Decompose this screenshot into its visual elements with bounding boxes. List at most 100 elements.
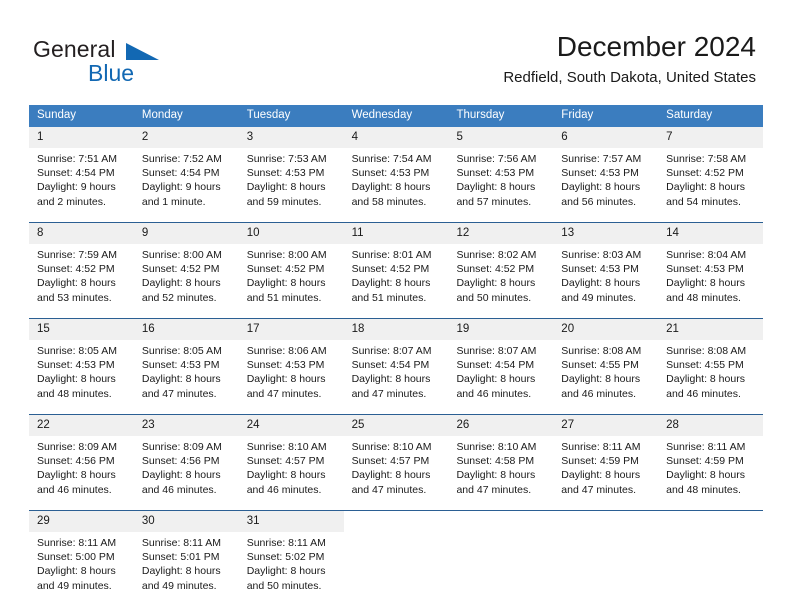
day-sun-info: Sunrise: 8:05 AM Sunset: 4:53 PM Daylight:… [134,340,239,402]
sunrise-text: Sunrise: 8:07 AM [351,345,432,357]
day-sun-info: Sunrise: 8:06 AM Sunset: 4:53 PM Daylight:… [239,340,344,402]
daylight-text-line1: Daylight: 8 hours [351,373,431,386]
day-number: 26 [448,415,554,436]
calendar-day-cell[interactable]: 7 Sunrise: 7:58 AM Sunset: 4:52 PM Daylight… [658,127,764,210]
sunset-text: Sunset: 4:54 PM [351,359,430,372]
daylight-text-line2: and 56 minutes. [561,195,637,208]
brand-name-blue: Blue [88,60,135,86]
day-number: 23 [133,415,239,436]
calendar-day-cell[interactable]: 4 Sunrise: 7:54 AM Sunset: 4:53 PM Daylight… [343,127,449,210]
brand-logo[interactable]: General Blue [33,36,263,92]
day-number: 11 [343,223,449,244]
sunset-text: Sunset: 4:55 PM [666,359,744,372]
calendar-day-cell[interactable]: 9 Sunrise: 8:00 AM Sunset: 4:52 PM Daylight… [133,223,239,306]
day-sun-info: Sunrise: 7:58 AM Sunset: 4:52 PM Daylight:… [658,148,763,210]
page-title: December 2024 [556,31,756,62]
weekday-header-row: Sunday Monday Tuesday Wednesday Thursday Frid… [29,105,763,127]
sunrise-text: Sunrise: 8:05 AM [141,345,222,357]
calendar-week-row: 1 Sunrise: 7:51 AM Sunset: 4:54 PM Daylight… [29,127,764,210]
calendar-day-cell[interactable]: 24 Sunrise: 8:10 AM Sunset: 4:57 PM Dayligh… [238,415,344,498]
calendar-day-cell[interactable]: 5 Sunrise: 7:56 AM Sunset: 4:53 PM Daylight… [448,127,554,210]
sunset-text: Sunset: 4:53 PM [37,359,115,372]
day-sun-info: Sunrise: 7:57 AM Sunset: 4:53 PM Daylight:… [553,148,658,210]
calendar-day-cell[interactable]: 12 Sunrise: 8:02 AM Sunset: 4:52 PM Dayligh… [448,223,554,306]
calendar-day-cell[interactable]: 20 Sunrise: 8:08 AM Sunset: 4:55 PM Dayligh… [553,319,659,402]
sunrise-text: Sunrise: 8:04 AM [666,249,747,261]
daylight-text-line1: Daylight: 8 hours [561,469,641,482]
calendar-day-cell-empty [343,511,449,594]
daylight-text-line1: Daylight: 8 hours [561,181,641,194]
calendar-day-cell[interactable]: 28 Sunrise: 8:11 AM Sunset: 4:59 PM Dayligh… [658,415,764,498]
daylight-text-line2: and 46 minutes. [141,483,217,496]
sunrise-text: Sunrise: 8:10 AM [456,441,537,453]
calendar-day-cell[interactable]: 21 Sunrise: 8:08 AM Sunset: 4:55 PM Dayligh… [658,319,764,402]
sunrise-text: Sunrise: 8:10 AM [246,441,327,453]
day-sun-info: Sunrise: 7:53 AM Sunset: 4:53 PM Daylight:… [239,148,344,210]
daylight-text-line1: Daylight: 8 hours [37,373,116,386]
day-sun-info: Sunrise: 8:10 AM Sunset: 4:57 PM Daylight:… [239,436,344,498]
daylight-text-line1: Daylight: 8 hours [37,469,116,482]
day-sun-info: Sunrise: 8:08 AM Sunset: 4:55 PM Daylight:… [553,340,658,402]
calendar-day-cell[interactable]: 17 Sunrise: 8:06 AM Sunset: 4:53 PM Dayligh… [238,319,344,402]
calendar-day-cell[interactable]: 31 Sunrise: 8:11 AM Sunset: 5:02 PM Dayligh… [238,511,344,594]
sunrise-text: Sunrise: 8:07 AM [456,345,537,357]
daylight-text-line2: and 54 minutes. [666,195,741,208]
daylight-text-line2: and 58 minutes. [351,195,427,208]
calendar-day-cell[interactable]: 1 Sunrise: 7:51 AM Sunset: 4:54 PM Daylight… [29,127,134,210]
calendar-day-cell[interactable]: 25 Sunrise: 8:10 AM Sunset: 4:57 PM Dayligh… [343,415,449,498]
calendar-day-cell[interactable]: 13 Sunrise: 8:03 AM Sunset: 4:53 PM Dayligh… [553,223,659,306]
sunset-text: Sunset: 4:52 PM [141,263,220,276]
daylight-text-line1: Daylight: 8 hours [351,277,431,290]
day-sun-info: Sunrise: 8:07 AM Sunset: 4:54 PM Daylight:… [344,340,449,402]
daylight-text-line1: Daylight: 8 hours [246,181,326,194]
day-sun-info: Sunrise: 8:00 AM Sunset: 4:52 PM Daylight:… [134,244,239,306]
day-number: 30 [133,511,239,532]
calendar-day-cell[interactable]: 8 Sunrise: 7:59 AM Sunset: 4:52 PM Daylight… [29,223,134,306]
daylight-text-line1: Daylight: 8 hours [456,181,536,194]
calendar-day-cell[interactable]: 11 Sunrise: 8:01 AM Sunset: 4:52 PM Dayligh… [343,223,449,306]
calendar-day-cell[interactable]: 14 Sunrise: 8:04 AM Sunset: 4:53 PM Dayligh… [658,223,764,306]
day-sun-info [658,532,763,594]
day-number: 4 [343,127,449,148]
daylight-text-line2: and 48 minutes. [666,483,741,496]
calendar-day-cell[interactable]: 29 Sunrise: 8:11 AM Sunset: 5:00 PM Dayligh… [29,511,134,594]
calendar-day-cell[interactable]: 2 Sunrise: 7:52 AM Sunset: 4:54 PM Daylight… [133,127,239,210]
sunset-text: Sunset: 4:53 PM [456,167,535,180]
calendar-day-cell[interactable]: 23 Sunrise: 8:09 AM Sunset: 4:56 PM Dayligh… [133,415,239,498]
sunrise-text: Sunrise: 8:09 AM [141,441,222,453]
sunrise-text: Sunrise: 8:06 AM [246,345,327,357]
daylight-text-line2: and 51 minutes. [351,291,427,304]
daylight-text-line1: Daylight: 8 hours [456,469,536,482]
calendar-day-cell[interactable]: 27 Sunrise: 8:11 AM Sunset: 4:59 PM Dayligh… [553,415,659,498]
calendar-day-cell[interactable]: 18 Sunrise: 8:07 AM Sunset: 4:54 PM Dayligh… [343,319,449,402]
page-subtitle: Redfield, South Dakota, United States [503,69,756,86]
daylight-text-line1: Daylight: 8 hours [351,469,431,482]
calendar-day-cell[interactable]: 30 Sunrise: 8:11 AM Sunset: 5:01 PM Dayligh… [133,511,239,594]
day-sun-info: Sunrise: 8:11 AM Sunset: 4:59 PM Daylight:… [658,436,763,498]
calendar-day-cell[interactable]: 15 Sunrise: 8:05 AM Sunset: 4:53 PM Dayligh… [29,319,134,402]
week-spacer [29,210,763,222]
day-number [448,511,554,532]
daylight-text-line2: and 47 minutes. [351,483,427,496]
daylight-text-line1: Daylight: 8 hours [666,181,745,194]
calendar-day-cell[interactable]: 22 Sunrise: 8:09 AM Sunset: 4:56 PM Dayligh… [29,415,134,498]
calendar-day-cell[interactable]: 26 Sunrise: 8:10 AM Sunset: 4:58 PM Dayligh… [448,415,554,498]
day-number: 1 [29,127,134,148]
calendar-week-row: 22 Sunrise: 8:09 AM Sunset: 4:56 PM Dayligh… [29,414,764,498]
calendar-grid: Sunday Monday Tuesday Wednesday Thursday Frid… [29,105,764,594]
calendar-day-cell[interactable]: 6 Sunrise: 7:57 AM Sunset: 4:53 PM Daylight… [553,127,659,210]
calendar-day-cell[interactable]: 16 Sunrise: 8:05 AM Sunset: 4:53 PM Dayligh… [133,319,239,402]
sunset-text: Sunset: 4:54 PM [456,359,535,372]
calendar-day-cell[interactable]: 3 Sunrise: 7:53 AM Sunset: 4:53 PM Daylight… [238,127,344,210]
sunset-text: Sunset: 4:53 PM [561,167,639,180]
sunset-text: Sunset: 4:53 PM [351,167,430,180]
calendar-day-cell[interactable]: 19 Sunrise: 8:07 AM Sunset: 4:54 PM Dayligh… [448,319,554,402]
sunrise-text: Sunrise: 7:53 AM [246,153,327,165]
day-sun-info: Sunrise: 7:56 AM Sunset: 4:53 PM Daylight:… [448,148,553,210]
day-number: 18 [343,319,449,340]
daylight-text-line1: Daylight: 8 hours [351,181,431,194]
day-number: 16 [133,319,239,340]
daylight-text-line1: Daylight: 8 hours [561,373,641,386]
calendar-day-cell[interactable]: 10 Sunrise: 8:00 AM Sunset: 4:52 PM Dayligh… [238,223,344,306]
day-number: 14 [658,223,764,244]
